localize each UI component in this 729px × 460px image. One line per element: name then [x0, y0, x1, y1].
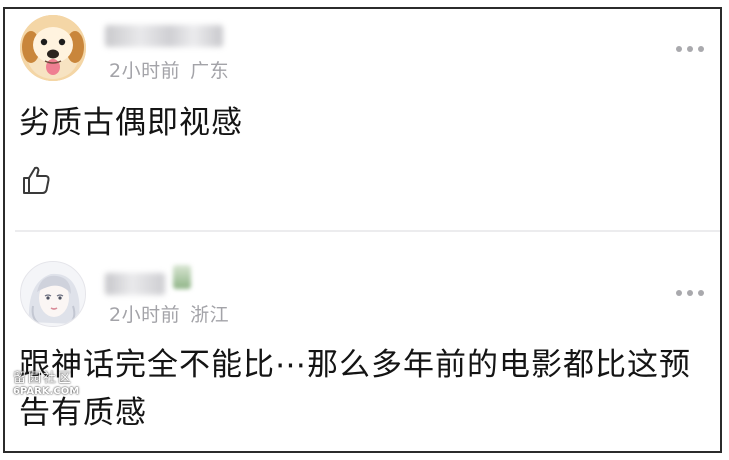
thumbs-up-icon[interactable] — [20, 164, 52, 196]
comment-meta: 2小时前 广东 — [109, 56, 229, 83]
avatar[interactable] — [20, 15, 86, 81]
comment-item: 2小时前 浙江 跟神话完全不能比⋯那么多年前的电影都比这预告有质感 — [5, 231, 720, 451]
watermark: 留园社区 6PARK.COM — [13, 367, 105, 397]
girl-sketch-avatar-icon — [21, 262, 85, 326]
watermark-site: 6PARK.COM — [13, 386, 80, 397]
more-dots-icon[interactable] — [676, 289, 706, 297]
avatar[interactable] — [20, 261, 86, 327]
watermark-logo-text: 留园社区 — [13, 371, 74, 386]
comment-text: 劣质古偶即视感 — [19, 105, 243, 141]
username-redacted[interactable] — [105, 25, 223, 47]
badge-redacted — [173, 265, 191, 289]
comment-time: 2小时前 — [109, 304, 181, 326]
comment-time: 2小时前 — [109, 60, 181, 82]
dog-avatar-icon — [20, 15, 86, 81]
comment-location: 浙江 — [190, 304, 230, 326]
comment-list: 2小时前 广东 劣质古偶即视感 2小时前 浙江 跟神话完全不能比⋯那么多年前的电… — [3, 7, 722, 453]
comment-text: 跟神话完全不能比⋯那么多年前的电影都比这预告有质感 — [19, 347, 691, 431]
comment-meta: 2小时前 浙江 — [109, 300, 229, 327]
comment-location: 广东 — [190, 60, 230, 82]
more-dots-icon[interactable] — [676, 45, 706, 53]
username-redacted[interactable] — [105, 273, 165, 295]
comment-item: 2小时前 广东 劣质古偶即视感 — [5, 9, 720, 231]
